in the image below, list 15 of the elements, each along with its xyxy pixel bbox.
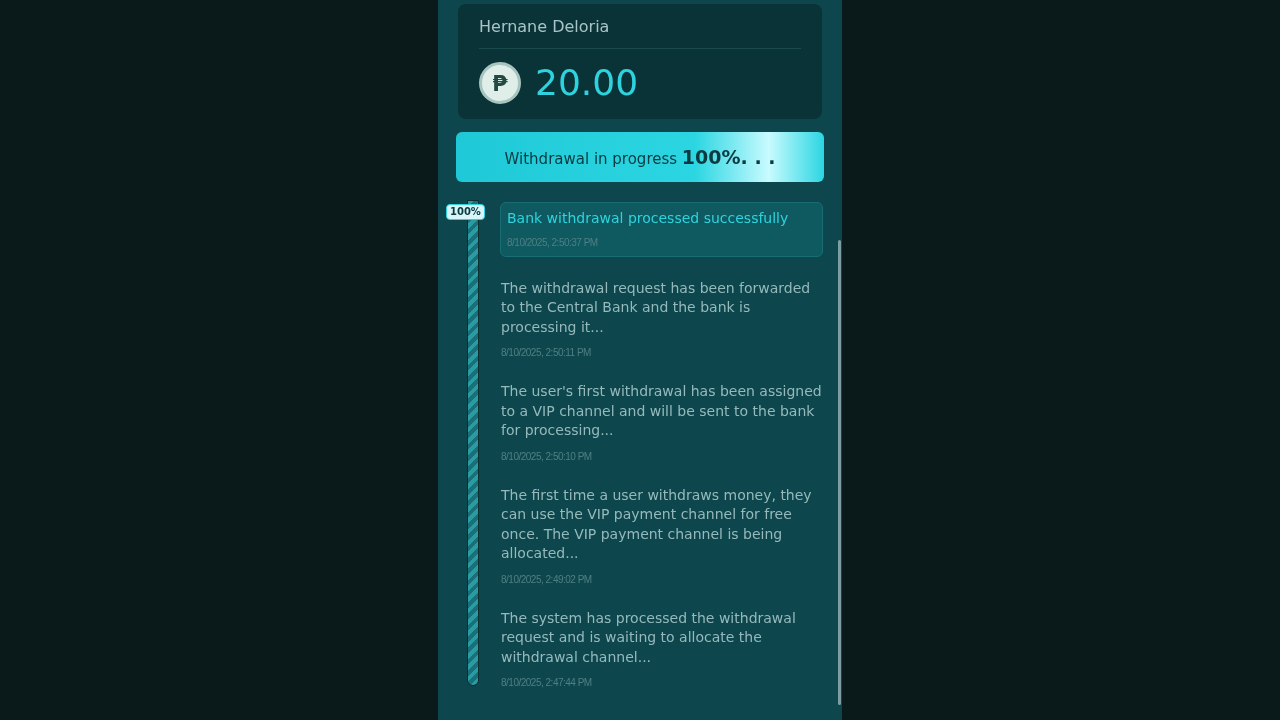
- event-time: 8/10/2025, 2:50:10 PM: [501, 449, 593, 464]
- percent-badge: 100%: [446, 204, 485, 220]
- progress-text: Withdrawal in progress 100%. . .: [504, 144, 776, 170]
- event-message: The system has processed the withdrawal request and is waiting to allocate the withdrawal channel...: [501, 608, 797, 667]
- event-message: Bank withdrawal processed successfully: [507, 209, 790, 228]
- event-message: The withdrawal request has been forwarded to the Central Bank and the bank is processing it...: [501, 278, 812, 337]
- balance-amount: 20.00: [535, 61, 639, 105]
- event-time: 8/10/2025, 2:50:11 PM: [501, 346, 592, 360]
- event-time: 8/10/2025, 2:49:02 PM: [501, 572, 593, 587]
- event-message: The user's first withdrawal has been assigned to a VIP channel and will be sent to the bank for processing...: [501, 382, 822, 440]
- event-time: 8/10/2025, 2:47:44 PM: [501, 676, 593, 690]
- peso-coin-icon: ₱: [479, 62, 521, 104]
- account-name: Hernane Deloria: [479, 16, 611, 38]
- event-time: 8/10/2025, 2:50:37 PM: [507, 235, 599, 250]
- event-message: The first time a user withdraws money, they can use the VIP payment channel for free once. The VIP payment channel is being allocated...: [501, 485, 813, 563]
